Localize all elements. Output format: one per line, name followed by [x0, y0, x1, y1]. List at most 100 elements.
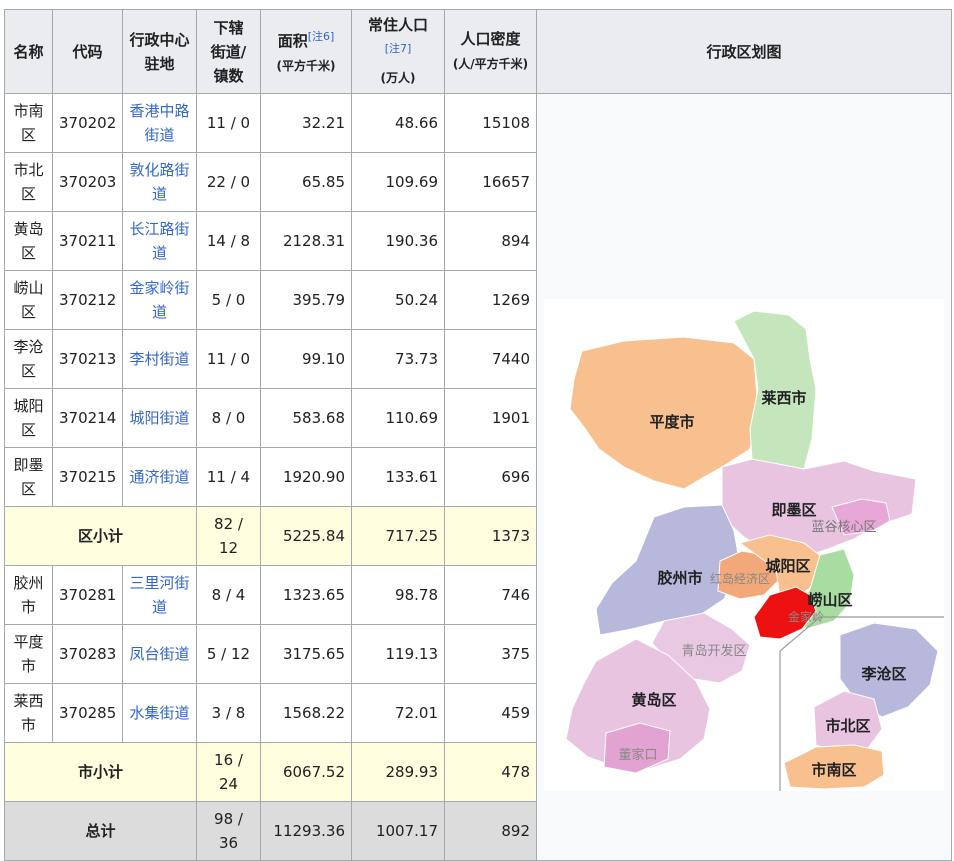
area-value: 1323.65 [260, 565, 352, 625]
district-code: 370211 [52, 211, 123, 271]
population-value: 72.01 [351, 683, 445, 743]
seat-link[interactable]: 金家岭街道 [122, 270, 197, 330]
map-label-shibei[interactable]: 市北区 [825, 717, 870, 735]
map-label-langu[interactable]: 蓝谷核心区 [811, 520, 876, 535]
population-value: 50.24 [351, 270, 445, 330]
header-area: 面积[注6] (平方千米) [260, 9, 352, 94]
population-value: 98.78 [351, 565, 445, 625]
district-code: 370215 [52, 447, 123, 507]
population-note-link[interactable]: [注7] [385, 42, 412, 55]
population-value: 48.66 [351, 93, 445, 153]
subdivision-count: 11 / 0 [196, 329, 261, 389]
density-value: 746 [444, 565, 537, 625]
density-value: 894 [444, 211, 537, 271]
map-label-hongdao[interactable]: 红岛经济区 [710, 571, 770, 586]
map-label-pingdu[interactable]: 平度市 [649, 413, 694, 431]
map-label-jimo[interactable]: 即墨区 [771, 501, 816, 519]
seat-link[interactable]: 通济街道 [122, 447, 197, 507]
subtotal-label: 市小计 [4, 742, 197, 802]
district-name: 即墨区 [4, 447, 53, 507]
header-name: 名称 [4, 9, 53, 94]
city-name: 平度市 [4, 624, 53, 684]
population-value: 133.61 [351, 447, 445, 507]
map-label-kaifaqu[interactable]: 青岛开发区 [681, 643, 746, 659]
area-value: 1568.22 [260, 683, 352, 743]
map-label-laoshan[interactable]: 崂山区 [807, 591, 852, 609]
area-value: 6067.52 [260, 742, 352, 802]
subdivision-count: 14 / 8 [196, 211, 261, 271]
seat-link[interactable]: 长江路街道 [122, 211, 197, 271]
header-population: 常住人口 [注7] (万人) [351, 9, 445, 94]
subdivision-count: 22 / 0 [196, 152, 261, 212]
subdivision-count: 8 / 4 [196, 565, 261, 625]
seat-link[interactable]: 敦化路街道 [122, 152, 197, 212]
map-label-jinjialing[interactable]: 金家岭 [788, 609, 824, 624]
subdivision-count: 82 / 12 [196, 506, 261, 566]
seat-link[interactable]: 香港中路街道 [122, 93, 197, 153]
area-value: 65.85 [260, 152, 352, 212]
map-label-laixi[interactable]: 莱西市 [761, 389, 806, 407]
population-value: 289.93 [351, 742, 445, 802]
population-value: 190.36 [351, 211, 445, 271]
density-value: 16657 [444, 152, 537, 212]
map-label-shinan[interactable]: 市南区 [811, 761, 856, 779]
header-density: 人口密度 (人/平方千米) [444, 9, 537, 94]
density-value: 15108 [444, 93, 537, 153]
header-code: 代码 [52, 9, 123, 94]
header-row: 名称 代码 行政中心 驻地 下辖 街道/镇数 面积[注6] (平方千米) 常住人口 [注… [4, 9, 952, 94]
district-name: 市北区 [4, 152, 53, 212]
map-label-jiaozhou[interactable]: 胶州市 [657, 569, 702, 587]
subdivision-count: 16 / 24 [196, 742, 261, 802]
district-name: 市南区 [4, 93, 53, 153]
district-map: 平度市 莱西市 即墨区 蓝谷核心区 胶州市 红岛经济区 城阳区 崂山区 金家岭 … [544, 299, 944, 791]
seat-link[interactable]: 凤台街道 [122, 624, 197, 684]
density-value: 7440 [444, 329, 537, 389]
density-value: 459 [444, 683, 537, 743]
total-label: 总计 [4, 801, 197, 861]
subdivision-count: 11 / 0 [196, 93, 261, 153]
city-code: 370281 [52, 565, 123, 625]
population-value: 1007.17 [351, 801, 445, 861]
map-label-licang[interactable]: 李沧区 [860, 665, 906, 683]
subtotal-label: 区小计 [4, 506, 197, 566]
population-value: 109.69 [351, 152, 445, 212]
seat-link[interactable]: 李村街道 [122, 329, 197, 389]
seat-link[interactable]: 三里河街道 [122, 565, 197, 625]
density-value: 1269 [444, 270, 537, 330]
subdivision-count: 5 / 0 [196, 270, 261, 330]
table-row: 市南区 370202 香港中路街道 11 / 0 32.21 48.66 151… [4, 93, 952, 861]
district-name: 崂山区 [4, 270, 53, 330]
density-value: 696 [444, 447, 537, 507]
district-name: 黄岛区 [4, 211, 53, 271]
map-label-huangdao[interactable]: 黄岛区 [631, 691, 676, 709]
district-code: 370212 [52, 270, 123, 330]
header-subdivisions: 下辖 街道/镇数 [196, 9, 261, 94]
area-value: 32.21 [260, 93, 352, 153]
map-label-dongjiakou[interactable]: 董家口 [618, 747, 657, 763]
map-cell: 平度市 莱西市 即墨区 蓝谷核心区 胶州市 红岛经济区 城阳区 崂山区 金家岭 … [536, 93, 952, 861]
city-name: 莱西市 [4, 683, 53, 743]
city-name: 胶州市 [4, 565, 53, 625]
population-value: 110.69 [351, 388, 445, 448]
seat-link[interactable]: 水集街道 [122, 683, 197, 743]
subdivision-count: 5 / 12 [196, 624, 261, 684]
area-note-link[interactable]: [注6] [308, 30, 335, 43]
subdivision-count: 3 / 8 [196, 683, 261, 743]
area-value: 99.10 [260, 329, 352, 389]
subdivision-count: 8 / 0 [196, 388, 261, 448]
density-value: 1901 [444, 388, 537, 448]
density-value: 892 [444, 801, 537, 861]
area-value: 11293.36 [260, 801, 352, 861]
map-label-chengyang[interactable]: 城阳区 [765, 557, 810, 575]
district-table: 名称 代码 行政中心 驻地 下辖 街道/镇数 面积[注6] (平方千米) 常住人口 [注… [4, 9, 952, 861]
subdivision-count: 98 / 36 [196, 801, 261, 861]
population-value: 717.25 [351, 506, 445, 566]
seat-link[interactable]: 城阳街道 [122, 388, 197, 448]
area-value: 583.68 [260, 388, 352, 448]
district-name: 李沧区 [4, 329, 53, 389]
district-code: 370202 [52, 93, 123, 153]
district-name: 城阳区 [4, 388, 53, 448]
district-code: 370214 [52, 388, 123, 448]
district-code: 370213 [52, 329, 123, 389]
area-value: 2128.31 [260, 211, 352, 271]
